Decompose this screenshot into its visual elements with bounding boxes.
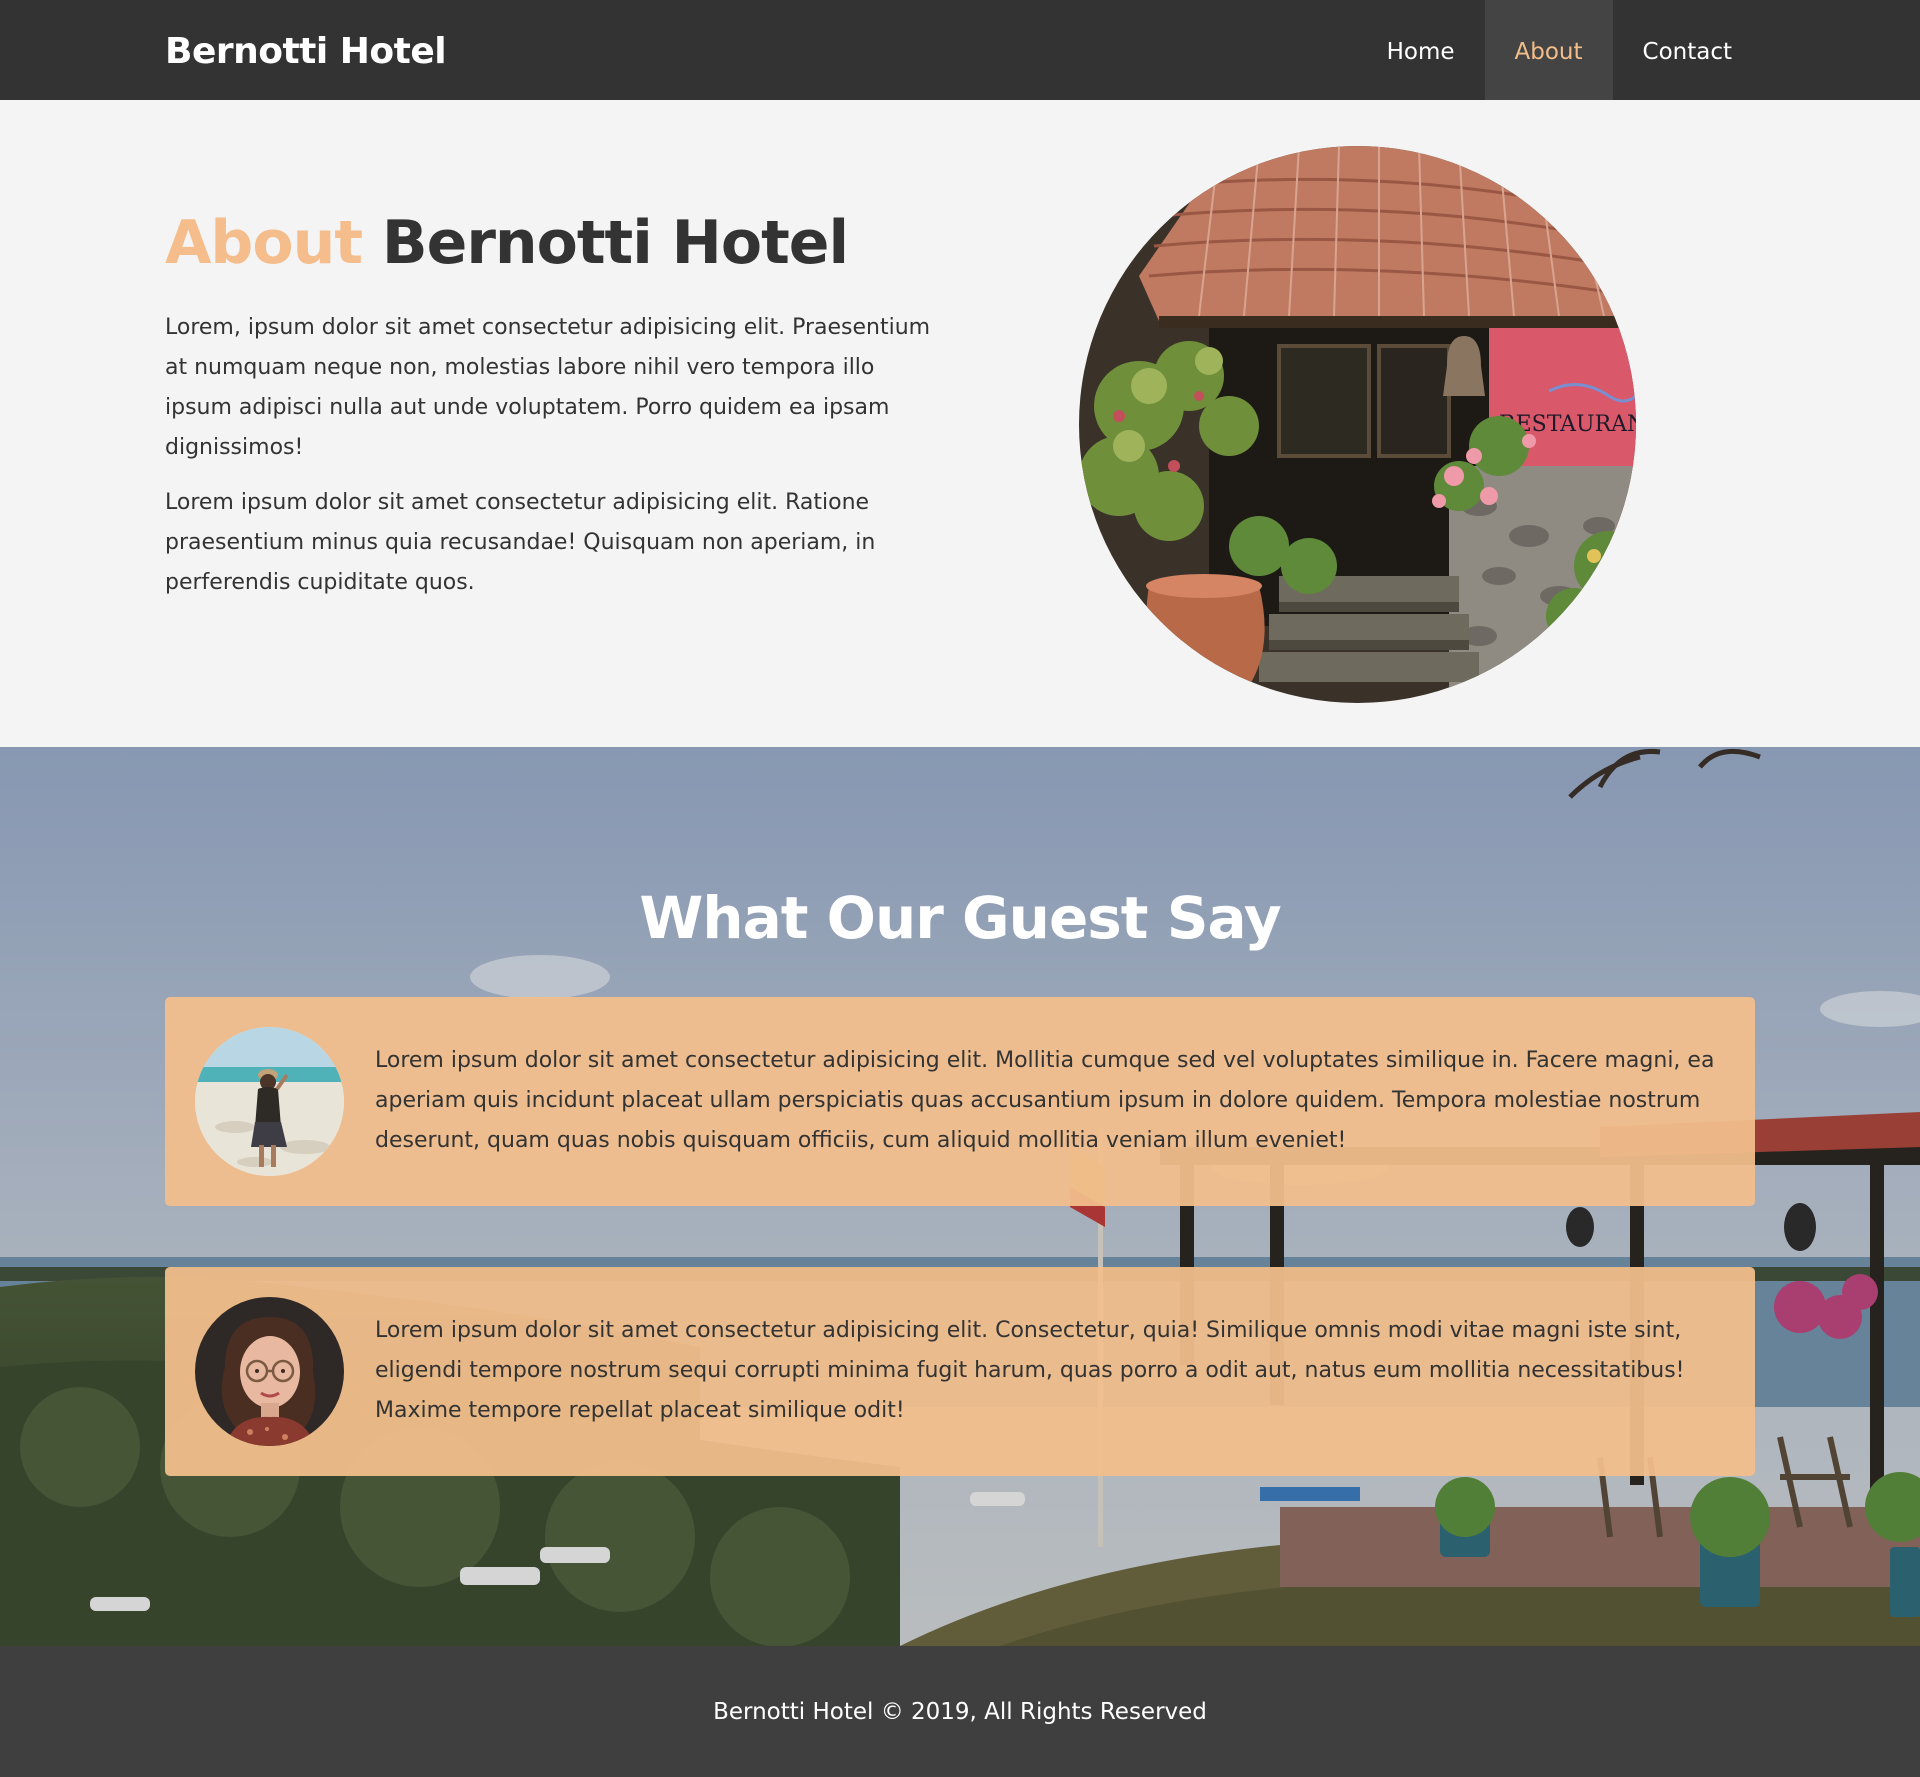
nav-about[interactable]: About <box>1484 0 1613 100</box>
avatar <box>195 1297 344 1446</box>
testimonial-card: Lorem ipsum dolor sit amet consectetur a… <box>165 1267 1755 1476</box>
avatar <box>195 1027 344 1176</box>
navbar: Bernotti Hotel Home About Contact <box>0 0 1920 100</box>
testimonial-text: Lorem ipsum dolor sit amet consectetur a… <box>375 1318 1685 1423</box>
about-paragraph-2: Lorem ipsum dolor sit amet consectetur a… <box>165 490 876 595</box>
about-paragraph-1: Lorem, ipsum dolor sit amet consectetur … <box>165 315 931 460</box>
restaurant-entrance-image: RESTAURANT <box>1079 146 1636 703</box>
testimonial-text: Lorem ipsum dolor sit amet consectetur a… <box>375 1048 1715 1153</box>
about-title-accent: About <box>165 208 363 278</box>
testimonials-heading: What Our Guest Say <box>639 884 1281 952</box>
about-title-rest: Bernotti Hotel <box>381 208 849 278</box>
about-section: About Bernotti Hotel Lorem, ipsum dolor … <box>0 100 1920 747</box>
nav-home[interactable]: Home <box>1357 0 1485 100</box>
about-title: About Bernotti Hotel <box>165 208 849 278</box>
nav-contact[interactable]: Contact <box>1613 0 1762 100</box>
footer: Bernotti Hotel © 2019, All Rights Reserv… <box>0 1646 1920 1777</box>
testimonial-card: Lorem ipsum dolor sit amet consectetur a… <box>165 997 1755 1206</box>
testimonials-section: What Our Guest Say Lorem ipsum dolor sit… <box>0 747 1920 1646</box>
brand-logo[interactable]: Bernotti Hotel <box>165 0 447 100</box>
main-nav: Home About Contact <box>1357 0 1762 100</box>
footer-copyright: Bernotti Hotel © 2019, All Rights Reserv… <box>713 1699 1207 1725</box>
about-text: Lorem, ipsum dolor sit amet consectetur … <box>165 308 935 603</box>
